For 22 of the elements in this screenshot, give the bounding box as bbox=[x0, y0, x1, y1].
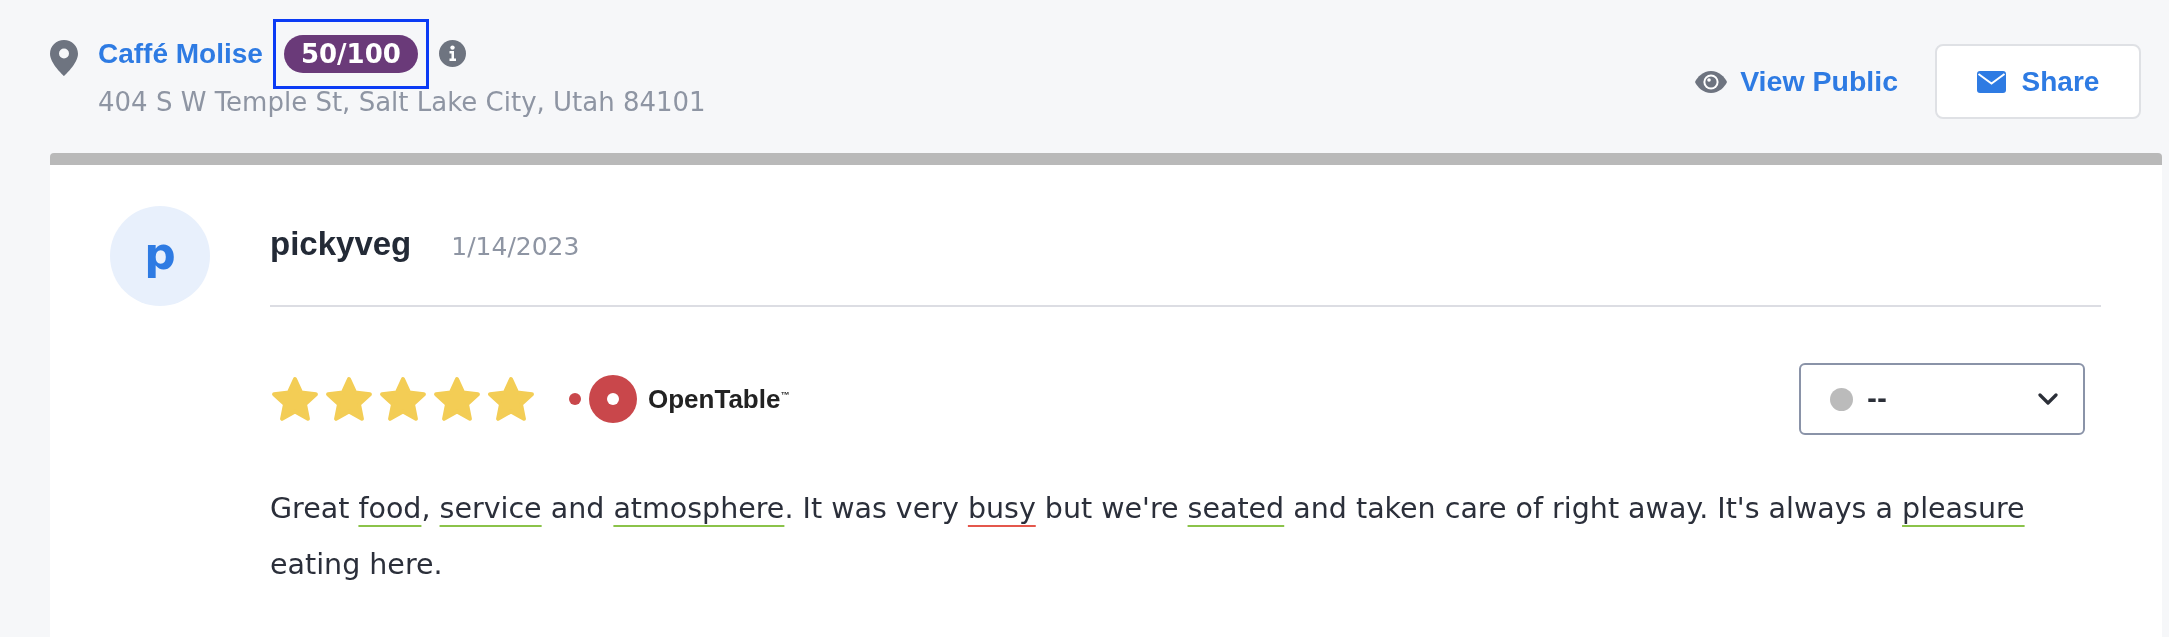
review-text: Great food, service and atmosphere. It was very busy but we're seated and taken care of right away. It's always a pleasure eating here. bbox=[270, 491, 2026, 583]
source-name: OpenTable$^{™}$ bbox=[648, 383, 790, 415]
share-button[interactable]: Share bbox=[1935, 44, 2141, 119]
star-icon bbox=[378, 375, 428, 423]
location-pin-icon bbox=[50, 40, 78, 76]
star-icon bbox=[432, 375, 482, 423]
envelope-icon bbox=[1976, 70, 2006, 93]
avatar: p bbox=[110, 206, 210, 306]
review-date: 1/14/2023 bbox=[451, 231, 580, 263]
star-icon bbox=[486, 375, 536, 423]
status-select[interactable]: -- bbox=[1799, 363, 2085, 435]
logo-icon bbox=[569, 375, 637, 423]
reviewer-name: pickyveg bbox=[270, 224, 412, 264]
info-icon[interactable] bbox=[438, 40, 466, 67]
star-icon bbox=[324, 375, 374, 423]
business-name-link[interactable]: Caffé Molise bbox=[98, 37, 263, 70]
star-icon bbox=[270, 375, 320, 423]
eye-icon bbox=[1695, 70, 1728, 93]
score-badge: 50/100 bbox=[283, 34, 418, 73]
chevron-down-icon bbox=[2038, 393, 2058, 405]
address: 404 S W Temple St, Salt Lake City, Utah 84101 bbox=[98, 88, 706, 116]
view-public-link[interactable]: View Public bbox=[1695, 65, 1898, 98]
